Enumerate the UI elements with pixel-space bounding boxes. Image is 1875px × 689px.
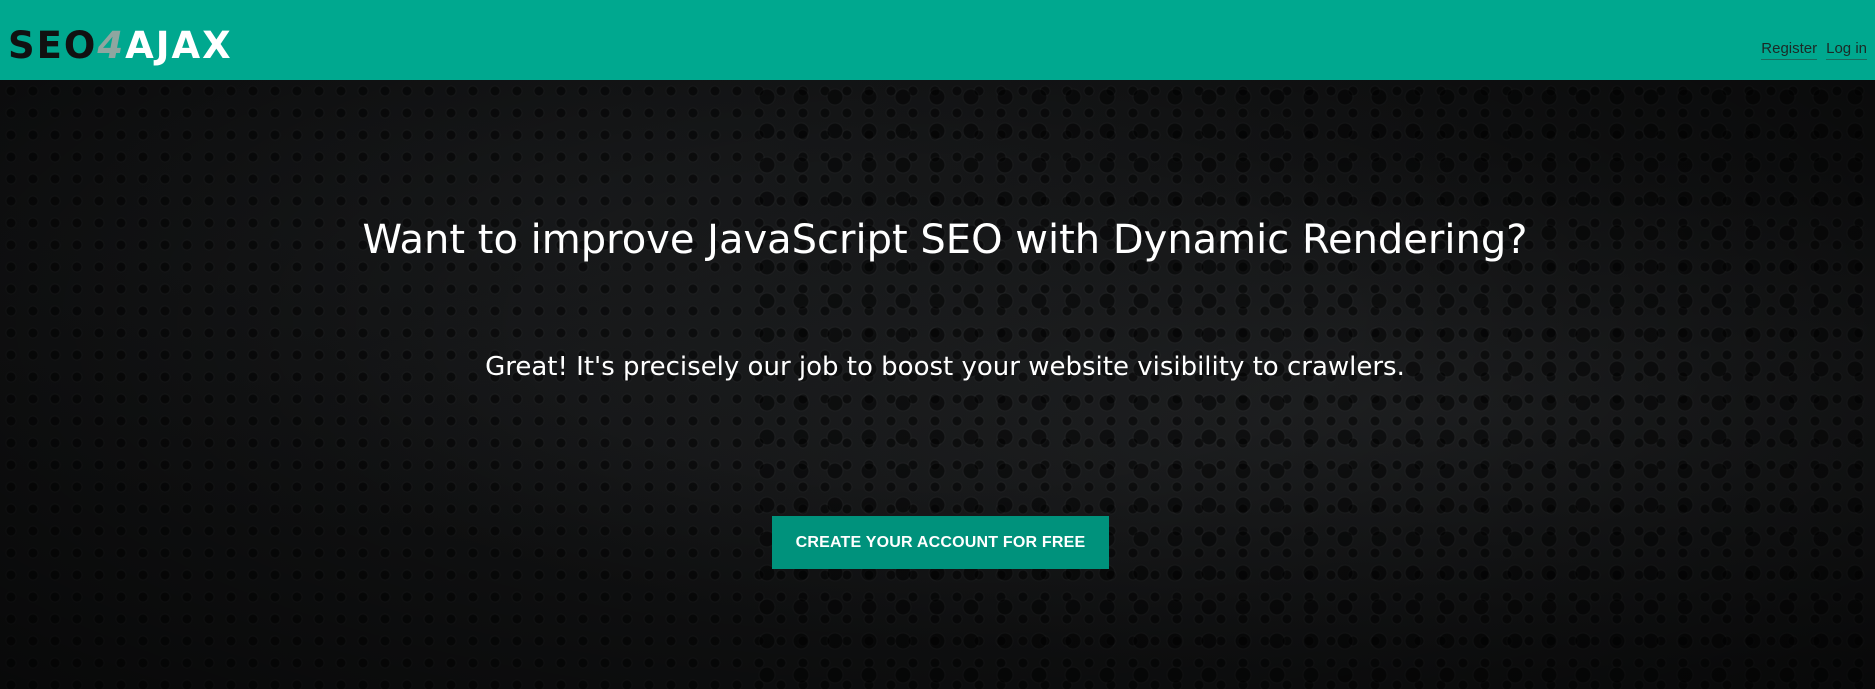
register-link[interactable]: Register	[1761, 40, 1818, 60]
logo-part-4: 4	[97, 24, 126, 67]
logo-part-ajax: AJAX	[125, 24, 233, 67]
hero-headline: Want to improve JavaScript SEO with Dyna…	[362, 217, 1528, 263]
hero-subline: Great! It's precisely our job to boost y…	[485, 352, 1405, 382]
hero-section: Want to improve JavaScript SEO with Dyna…	[0, 80, 1875, 689]
seo4ajax-logo[interactable]: SEO4AJAX	[8, 27, 233, 64]
header-nav: Register Log in	[1761, 40, 1867, 60]
top-header: SEO4AJAX Register Log in	[0, 0, 1875, 80]
create-account-button[interactable]: CREATE YOUR ACCOUNT FOR FREE	[772, 516, 1109, 569]
login-link[interactable]: Log in	[1826, 40, 1867, 60]
logo-part-seo: SEO	[8, 24, 98, 67]
hero-vignette	[0, 80, 1875, 689]
logo-text: SEO4AJAX	[8, 27, 233, 64]
